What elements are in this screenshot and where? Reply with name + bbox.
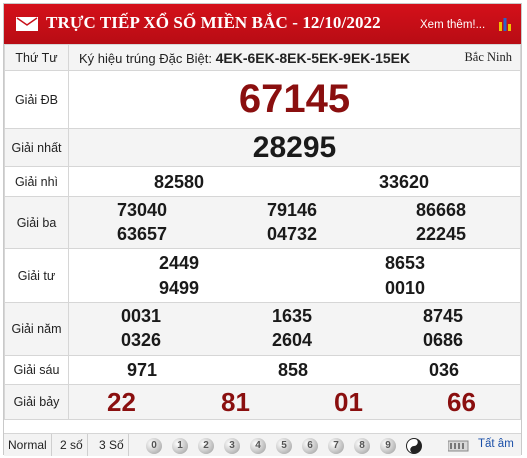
tab-3-so[interactable]: 3 Số: [95, 434, 129, 456]
prize-number: 971: [127, 360, 158, 380]
prize-label: Giải tư: [4, 248, 69, 303]
prize-row-tu: Giải tư 2449 8653 9499 0010: [4, 248, 521, 303]
prize-label: Giải nhất: [4, 128, 69, 167]
prize-number: 0326: [121, 330, 162, 350]
prize-number: 67145: [68, 70, 521, 129]
special-code-cell: Ký hiệu trúng Đặc Biệt: 4EK-6EK-8EK-5EK-…: [68, 44, 521, 71]
prize-label: Giải ĐB: [4, 70, 69, 129]
digit-7-button[interactable]: 7: [328, 438, 344, 454]
prize-label: Giải nhì: [4, 166, 69, 197]
results-table: Thứ Tư Ký hiệu trúng Đặc Biệt: 4EK-6EK-8…: [4, 44, 521, 420]
prize-number: 01: [334, 387, 363, 417]
prize-number: 0031: [121, 306, 162, 326]
digit-0-button[interactable]: 0: [146, 438, 162, 454]
digit-3-button[interactable]: 3: [224, 438, 240, 454]
prize-number: 1635: [272, 306, 313, 326]
prize-row-sau: Giải sáu 971 858 036: [4, 355, 521, 385]
day-label: Thứ Tư: [4, 44, 69, 71]
prize-number: 86668: [416, 200, 467, 220]
results-panel: TRỰC TIẾP XỔ SỐ MIỀN BẮC - 12/10/2022 Xe…: [3, 3, 522, 456]
speaker-icon[interactable]: [448, 440, 470, 452]
digit-2-button[interactable]: 2: [198, 438, 214, 454]
digit-6-button[interactable]: 6: [302, 438, 318, 454]
prize-row-bay: Giải bảy 22 81 01 66: [4, 384, 521, 420]
digit-8-button[interactable]: 8: [354, 438, 370, 454]
region-label: Bắc Ninh: [464, 50, 512, 64]
prize-number: 22: [107, 387, 136, 417]
digit-4-button[interactable]: 4: [250, 438, 266, 454]
prize-number: 2449: [159, 253, 200, 273]
prize-label: Giải năm: [4, 302, 69, 356]
prize-row-ba: Giải ba 73040 79146 86668 63657 04732 22…: [4, 196, 521, 249]
header-bar: TRỰC TIẾP XỔ SỐ MIỀN BẮC - 12/10/2022 Xe…: [4, 4, 521, 44]
filter-toolbar: Normal 2 số 3 Số 0 1 2 3 4 5 6 7 8 9 Tất…: [4, 433, 521, 456]
special-code-row: Thứ Tư Ký hiệu trúng Đặc Biệt: 4EK-6EK-8…: [4, 44, 521, 71]
prize-number: 2604: [272, 330, 313, 350]
mail-icon: [16, 17, 38, 31]
prize-label: Giải sáu: [4, 355, 69, 385]
digit-1-button[interactable]: 1: [172, 438, 188, 454]
prize-number: 81: [221, 387, 250, 417]
prize-label: Giải bảy: [4, 384, 69, 420]
prize-number: 036: [429, 360, 460, 380]
prize-row-nam: Giải năm 0031 1635 8745 0326 2604 0686: [4, 302, 521, 356]
prize-number: 04732: [267, 224, 318, 244]
prize-row-nhat: Giải nhất 28295: [4, 128, 521, 167]
prize-number: 22245: [416, 224, 467, 244]
prize-number: 8745: [423, 306, 464, 326]
digit-5-button[interactable]: 5: [276, 438, 292, 454]
prize-label: Giải ba: [4, 196, 69, 249]
prize-number: 28295: [68, 128, 521, 167]
page-title: TRỰC TIẾP XỔ SỐ MIỀN BẮC - 12/10/2022: [46, 13, 381, 32]
see-more-link[interactable]: Xem thêm!...: [420, 19, 485, 31]
prize-number: 0686: [423, 330, 464, 350]
prize-number: 82580: [154, 172, 205, 192]
prize-number: 73040: [117, 200, 168, 220]
prize-number: 79146: [267, 200, 318, 220]
digit-9-button[interactable]: 9: [380, 438, 396, 454]
tab-2-so[interactable]: 2 số: [56, 434, 88, 456]
prize-number: 66: [447, 387, 476, 417]
prize-number: 33620: [379, 172, 430, 192]
prize-number: 0010: [385, 278, 426, 298]
special-code-values: 4EK-6EK-8EK-5EK-9EK-15EK: [215, 49, 411, 66]
prize-row-db: Giải ĐB 67145: [4, 70, 521, 129]
prize-number: 858: [278, 360, 309, 380]
tab-normal[interactable]: Normal: [4, 434, 52, 456]
prize-number: 63657: [117, 224, 168, 244]
yin-yang-icon[interactable]: [406, 438, 422, 454]
all-audio-link[interactable]: Tất âm: [478, 438, 514, 450]
prize-number: 8653: [385, 253, 426, 273]
chart-icon[interactable]: [498, 16, 512, 32]
prize-row-nhi: Giải nhì 82580 33620: [4, 166, 521, 197]
special-code-prefix: Ký hiệu trúng Đặc Biệt:: [79, 50, 212, 66]
prize-number: 9499: [159, 278, 200, 298]
